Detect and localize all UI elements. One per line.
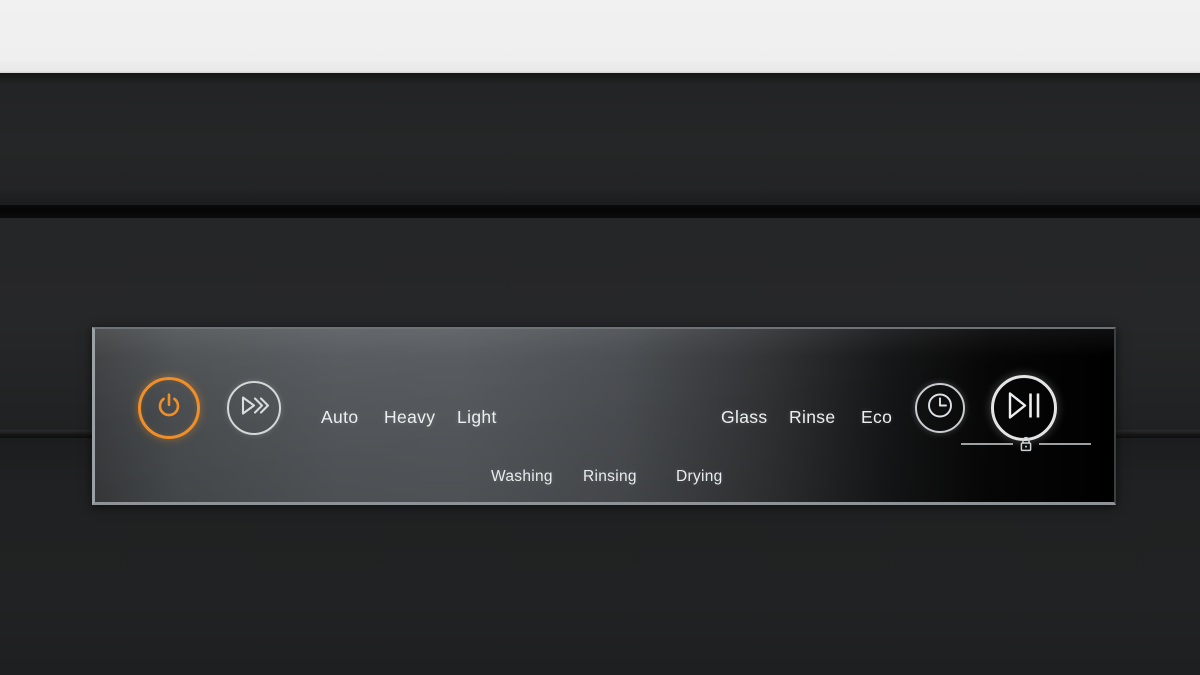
background-wall [0,0,1200,73]
status-indicator-drying: Drying [676,468,723,485]
program-label-glass[interactable]: Glass [721,407,767,428]
power-icon [154,391,184,426]
program-label-rinse[interactable]: Rinse [789,407,836,428]
door-upper-face [0,73,1200,205]
program-label-eco[interactable]: Eco [861,407,892,428]
play-pause-icon [1005,390,1043,427]
fast-forward-icon [239,394,270,423]
control-panel: Auto Heavy Light Glass Rinse Eco Washing… [92,327,1116,505]
program-label-heavy[interactable]: Heavy [384,407,435,428]
dishwasher-body: Auto Heavy Light Glass Rinse Eco Washing… [0,73,1200,675]
start-pause-button[interactable] [991,375,1057,441]
child-lock-line-left [961,443,1013,445]
program-label-light[interactable]: Light [457,407,497,428]
delay-start-button[interactable] [915,383,965,433]
clock-icon [925,391,955,426]
speed-wash-button[interactable] [227,381,281,435]
status-indicator-rinsing: Rinsing [583,468,637,485]
child-lock-line-right [1039,443,1091,445]
door-seam-top [0,205,1200,218]
program-label-auto[interactable]: Auto [321,407,358,428]
power-button[interactable] [138,377,200,439]
lock-icon [1019,436,1033,452]
child-lock-indicator[interactable] [961,433,1091,455]
status-indicator-washing: Washing [491,468,553,485]
